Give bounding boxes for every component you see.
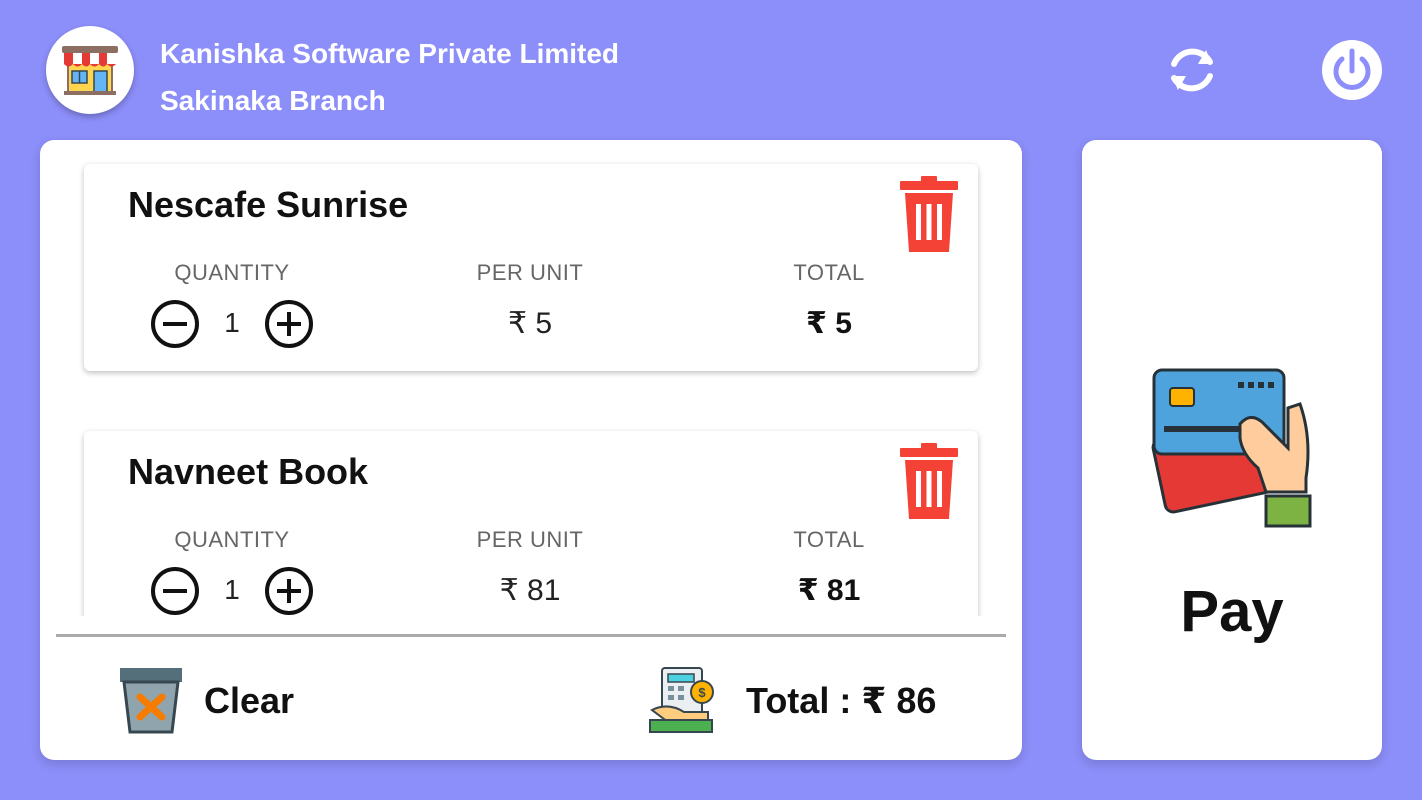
clear-cart-button[interactable]: Clear [118,666,338,736]
quantity-value: 1 [224,307,240,338]
bill-payment-icon: $ [649,667,714,733]
minus-circle-icon [151,567,199,615]
pay-button[interactable]: Pay [1082,140,1382,760]
per-unit-label: PER UNIT [476,260,584,285]
refresh-icon [1171,48,1213,92]
item-name: Navneet Book [128,451,369,492]
quantity-stepper: 1 [150,566,316,616]
delete-item-button[interactable] [900,176,958,254]
power-button[interactable] [1320,38,1384,102]
branch-name: Sakinaka Branch [160,85,386,116]
quantity-stepper: 1 [150,299,316,349]
total-label: TOTAL [793,527,865,552]
increase-quantity-button[interactable] [264,566,314,616]
decrease-quantity-button[interactable] [150,299,200,349]
per-unit-price: ₹ 5 [507,307,553,340]
clear-label: Clear [204,680,295,721]
store-logo [46,26,134,114]
quantity-label: QUANTITY [174,527,290,552]
clear-bin-icon [120,668,182,734]
pay-label: Pay [1180,579,1284,644]
plus-circle-icon [265,567,313,615]
quantity-label: QUANTITY [174,260,290,285]
increase-quantity-button[interactable] [264,299,314,349]
storefront-icon [62,46,118,95]
cart-item: Nescafe Sunrise QUANTITY PER UNIT TOTAL [84,164,978,371]
plus-circle-icon [265,300,313,348]
item-name: Nescafe Sunrise [128,184,409,225]
cart-item: Navneet Book QUANTITY PER UNIT TOTAL 1 ₹… [84,431,978,616]
svg-text:$: $ [698,685,706,700]
item-total: ₹ 81 [797,574,861,607]
company-name: Kanishka Software Private Limited [160,38,620,69]
grand-total: Total : ₹ 86 [746,680,937,721]
minus-circle-icon [151,300,199,348]
divider [56,634,1006,637]
trash-icon [900,176,958,252]
credit-card-hand-icon [1151,368,1312,528]
power-icon [1322,40,1382,100]
trash-icon [900,443,958,519]
decrease-quantity-button[interactable] [150,566,200,616]
company-header: Kanishka Software Private Limited Sakina… [160,30,619,124]
cart-total: $ Total : ₹ 86 [648,666,968,736]
per-unit-label: PER UNIT [476,527,584,552]
total-label: TOTAL [793,260,865,285]
cart-list[interactable]: Nescafe Sunrise QUANTITY PER UNIT TOTAL [40,140,1022,616]
delete-item-button[interactable] [900,443,958,521]
cart-panel: Nescafe Sunrise QUANTITY PER UNIT TOTAL [40,140,1022,760]
refresh-button[interactable] [1160,38,1224,102]
per-unit-price: ₹ 81 [499,574,561,607]
quantity-value: 1 [224,574,240,605]
item-total: ₹ 5 [806,307,852,340]
